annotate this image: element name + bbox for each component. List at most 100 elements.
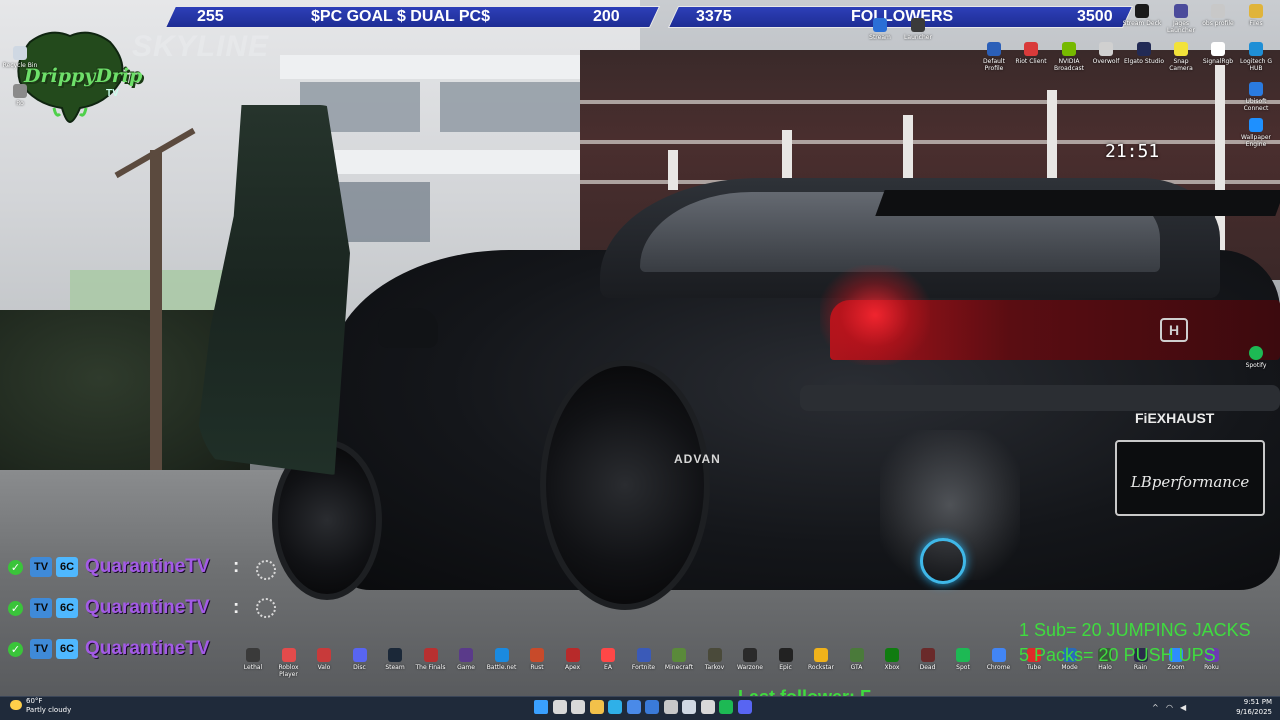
app-icon — [814, 648, 828, 662]
desktop-icon[interactable]: Spot — [946, 648, 980, 671]
desktop-icon[interactable]: The Finals — [414, 648, 448, 671]
app-icon — [494, 648, 509, 662]
app-icon — [352, 648, 367, 662]
app-icon — [565, 648, 580, 662]
wallpaper-exhaust-ring — [920, 538, 966, 584]
desktop-icon[interactable]: Epic — [769, 648, 803, 671]
desktop-icon[interactable]: Minecraft — [662, 648, 696, 671]
desktop-icon[interactable]: Warzone — [733, 648, 767, 671]
wallpaper-car-wheel — [540, 360, 710, 610]
channel-logo: DrippyDrip TV — [10, 22, 142, 124]
snap-camera-icon — [1174, 42, 1188, 56]
taskbar-clock[interactable]: 9:51 PM 9/16/2025 — [1236, 697, 1272, 717]
desktop-icon[interactable]: Tarkov — [698, 648, 732, 671]
desktop-icon[interactable]: Launcher — [898, 18, 938, 41]
riot-client-icon — [1024, 42, 1038, 56]
store-icon[interactable] — [626, 700, 641, 714]
wallpaper-car-bumper — [800, 385, 1280, 411]
file-explorer-icon[interactable] — [589, 700, 604, 714]
desktop-icon[interactable]: SignalRgb — [1198, 42, 1238, 65]
loading-spinner-icon — [256, 560, 276, 580]
followers-goal-current: 3375 — [696, 8, 732, 25]
desktop-icon[interactable]: Fortnite — [627, 648, 661, 671]
app-icon — [707, 648, 722, 662]
desktop-icon[interactable]: Recycle Bin — [0, 46, 40, 69]
wallpaper-car-mirror — [378, 308, 438, 348]
spotify-icon[interactable] — [719, 700, 733, 714]
obs-icon[interactable] — [700, 700, 715, 714]
desktop-icon[interactable]: Steam — [378, 648, 412, 671]
desktop-icon[interactable]: Default Profile — [974, 42, 1014, 72]
sub-challenge-text: 1 Sub= 20 JUMPING JACKS — [1019, 620, 1251, 640]
desktop-icon[interactable]: EA — [591, 648, 625, 671]
desktop-icon[interactable]: Lethal — [236, 648, 270, 671]
edge-icon[interactable] — [608, 700, 622, 714]
task-view-icon[interactable] — [571, 700, 585, 714]
chat-badge-tv: TV — [30, 598, 52, 618]
desktop-icon[interactable]: Elgato Studio — [1124, 42, 1164, 65]
honda-badge: H — [1160, 318, 1188, 342]
app-icon — [991, 648, 1006, 662]
desktop-icon[interactable]: Disc — [343, 648, 377, 671]
desktop-icon[interactable]: Snap Camera — [1161, 42, 1201, 72]
followers-goal-target: 3500 — [1077, 8, 1113, 25]
donation-goal-title: $PC GOAL $ DUAL PC$ — [311, 8, 491, 25]
chevron-up-icon[interactable]: ^ — [1152, 703, 1159, 712]
desktop-clock-widget: 21:51 — [1105, 141, 1160, 162]
mail-icon[interactable] — [645, 700, 659, 714]
desktop-icon[interactable]: Riot Client — [1011, 42, 1051, 65]
donation-goal-current: 255 — [197, 8, 224, 25]
desktop-icon[interactable]: Dead — [911, 648, 945, 671]
app-icon — [920, 648, 935, 662]
verified-check-icon: ✓ — [8, 642, 23, 657]
settings-icon[interactable] — [663, 700, 678, 714]
default-profile-icon — [987, 42, 1001, 56]
search-icon[interactable] — [552, 700, 567, 714]
desktop-icon[interactable]: GTA — [840, 648, 874, 671]
desktop-icon[interactable]: Logitech G HUB — [1236, 42, 1276, 72]
desktop-icon[interactable]: Rust — [520, 648, 554, 671]
desktop-icon[interactable]: Ro — [0, 84, 40, 107]
desktop-icon[interactable]: Files — [1236, 4, 1276, 27]
chat-badge-6c: 6C — [56, 639, 78, 659]
desktop-icon[interactable]: Rockstar — [804, 648, 838, 671]
chat-badge-6c: 6C — [56, 598, 78, 618]
desktop-icon[interactable]: Ubisoft Connect — [1236, 82, 1276, 112]
desktop-icon[interactable]: Xbox — [875, 648, 909, 671]
desktop-icon[interactable]: Wallpaper Engine — [1236, 118, 1276, 148]
launcher-icon — [911, 18, 925, 32]
desktop-icon[interactable]: Stream Deck — [1122, 4, 1162, 27]
desktop-icon[interactable]: Roblox Player — [272, 648, 306, 678]
chat-username: QuarantineTV — [85, 597, 210, 618]
desktop-icon[interactable]: NVIDIA Broadcast — [1049, 42, 1089, 72]
app-icon — [317, 648, 331, 662]
desktop-icon[interactable]: Valo — [307, 648, 341, 671]
app-icon — [885, 648, 899, 662]
desktop-icon[interactable]: Stream — [860, 18, 900, 41]
steam-icon[interactable] — [682, 700, 696, 714]
desktop-icon[interactable]: Jages Launcher — [1161, 4, 1201, 34]
desktop-icon[interactable]: Game — [449, 648, 483, 671]
partly-cloudy-icon — [10, 700, 22, 710]
start-icon[interactable] — [534, 700, 548, 714]
weather-widget[interactable]: 60°F Partly cloudy — [4, 697, 71, 715]
desktop-icon[interactable]: Spotify — [1236, 346, 1276, 369]
desktop-icon[interactable]: Battle.net — [485, 648, 519, 671]
discord-icon[interactable] — [737, 700, 752, 714]
desktop-icon[interactable]: Overwolf — [1086, 42, 1126, 65]
app-icon — [13, 84, 27, 98]
chat-username: QuarantineTV — [85, 638, 210, 659]
app-icon — [423, 648, 438, 662]
desktop-icon[interactable]: obs profile — [1198, 4, 1238, 27]
verified-check-icon: ✓ — [8, 560, 23, 575]
taskbar-date: 9/16/2025 — [1236, 708, 1272, 716]
volume-icon[interactable]: ◀ — [1180, 703, 1186, 712]
license-plate-text: LBperformance — [1130, 473, 1250, 491]
wallpaper-fence-post — [903, 115, 913, 185]
app-icon — [956, 648, 970, 662]
chat-badge-tv: TV — [30, 639, 52, 659]
wallpaper-building-band — [280, 55, 620, 79]
wifi-icon[interactable]: ◠ — [1166, 703, 1173, 712]
desktop-icon[interactable]: Chrome — [982, 648, 1016, 671]
desktop-icon[interactable]: Apex — [556, 648, 590, 671]
